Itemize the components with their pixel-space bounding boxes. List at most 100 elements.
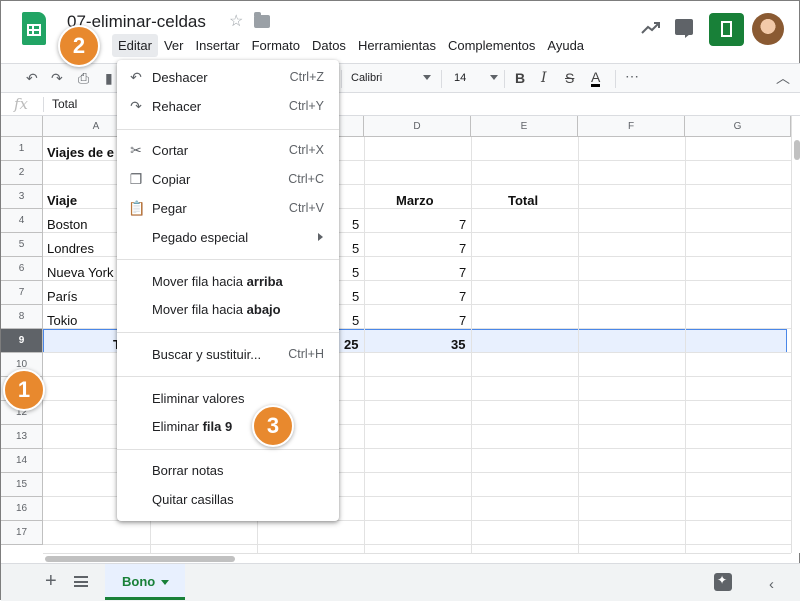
explore-icon[interactable] bbox=[714, 573, 732, 591]
menu-item-redo[interactable]: ↷ Rehacer Ctrl+Y bbox=[117, 94, 339, 120]
horizontal-scrollbar[interactable] bbox=[43, 553, 791, 563]
row-header-14[interactable]: 14 bbox=[1, 449, 43, 473]
row-header-6[interactable]: 6 bbox=[1, 257, 43, 281]
font-size-select[interactable]: 14 bbox=[454, 72, 466, 84]
cell-c9[interactable]: 25 bbox=[344, 337, 358, 352]
cell-c5[interactable]: 5 bbox=[352, 241, 359, 256]
sheet-tab-dropdown-icon[interactable] bbox=[161, 580, 169, 585]
vertical-scrollbar[interactable] bbox=[791, 116, 800, 553]
undo-icon[interactable]: ↶ bbox=[26, 70, 38, 87]
row-header-7[interactable]: 7 bbox=[1, 281, 43, 305]
clipboard-icon: 📋 bbox=[128, 200, 146, 216]
formula-input[interactable]: Total bbox=[52, 97, 77, 111]
print-icon[interactable]: ⎙ bbox=[78, 70, 89, 87]
menu-formato[interactable]: Formato bbox=[246, 34, 306, 57]
comment-icon[interactable] bbox=[675, 19, 693, 38]
more-icon[interactable]: ⋯ bbox=[625, 68, 639, 85]
row-header-17[interactable]: 17 bbox=[1, 521, 43, 545]
column-header-e[interactable]: E bbox=[471, 116, 578, 137]
menu-complementos[interactable]: Complementos bbox=[442, 34, 541, 57]
menu-herramientas[interactable]: Herramientas bbox=[352, 34, 442, 57]
row-header-1[interactable]: 1 bbox=[1, 137, 43, 161]
menu-item-paste-special[interactable]: Pegado especial bbox=[117, 225, 339, 251]
menu-item-undo[interactable]: ↶ Deshacer Ctrl+Z bbox=[117, 65, 339, 91]
sheet-tab-bono[interactable]: Bono bbox=[105, 564, 185, 600]
cell-d9[interactable]: 35 bbox=[451, 337, 465, 352]
window-frame: 07-eliminar-celdas ☆ Editar Ver Insertar… bbox=[0, 0, 800, 601]
row-header-8[interactable]: 8 bbox=[1, 305, 43, 329]
cell-d6[interactable]: 7 bbox=[459, 265, 466, 280]
cell-d5[interactable]: 7 bbox=[459, 241, 466, 256]
toolbar-divider bbox=[504, 70, 505, 88]
row-header-13[interactable]: 13 bbox=[1, 425, 43, 449]
vertical-scroll-thumb[interactable] bbox=[794, 140, 800, 160]
cell-c4[interactable]: 5 bbox=[352, 217, 359, 232]
font-dropdown-icon[interactable] bbox=[423, 75, 431, 80]
menu-item-copy[interactable]: ❐ Copiar Ctrl+C bbox=[117, 167, 339, 193]
paint-format-icon[interactable]: ▮ bbox=[105, 70, 113, 87]
font-size-dropdown-icon[interactable] bbox=[490, 75, 498, 80]
menu-item-clear-values[interactable]: Eliminar valores bbox=[117, 386, 339, 412]
menu-item-clear-notes[interactable]: Borrar notas bbox=[117, 458, 339, 484]
column-header-f[interactable]: F bbox=[578, 116, 685, 137]
cell-a3[interactable]: Viaje bbox=[47, 193, 77, 208]
chevron-left-icon[interactable]: ‹ bbox=[769, 576, 774, 593]
menu-ayuda[interactable]: Ayuda bbox=[541, 34, 590, 57]
cell-d4[interactable]: 7 bbox=[459, 217, 466, 232]
row-header-9[interactable]: 9 bbox=[1, 329, 43, 353]
trend-icon[interactable] bbox=[641, 21, 661, 35]
cell-c8[interactable]: 5 bbox=[352, 313, 359, 328]
folder-icon[interactable] bbox=[254, 12, 270, 28]
column-header-g[interactable]: G bbox=[685, 116, 791, 137]
star-icon[interactable]: ☆ bbox=[229, 11, 243, 31]
add-sheet-icon[interactable]: + bbox=[45, 570, 57, 593]
menu-editar[interactable]: Editar bbox=[112, 34, 158, 57]
cell-e3[interactable]: Total bbox=[508, 193, 538, 208]
menu-ver[interactable]: Ver bbox=[158, 34, 190, 57]
cell-d7[interactable]: 7 bbox=[459, 289, 466, 304]
avatar[interactable] bbox=[752, 13, 784, 45]
menu-item-find-replace[interactable]: Buscar y sustituir... Ctrl+H bbox=[117, 342, 339, 368]
italic-icon[interactable]: I bbox=[541, 70, 547, 86]
collapse-toolbar-icon[interactable]: ︿ bbox=[776, 68, 790, 88]
menu-divider bbox=[117, 332, 339, 333]
cell-d8[interactable]: 7 bbox=[459, 313, 466, 328]
row-header-4[interactable]: 4 bbox=[1, 209, 43, 233]
redo-icon[interactable]: ↷ bbox=[51, 70, 63, 87]
strikethrough-icon[interactable]: S bbox=[565, 70, 574, 86]
horizontal-scroll-thumb[interactable] bbox=[45, 556, 235, 562]
cell-a6[interactable]: Nueva York bbox=[47, 265, 114, 280]
cell-a7[interactable]: París bbox=[47, 289, 77, 304]
bold-icon[interactable]: B bbox=[515, 70, 525, 86]
menu-item-move-row-down[interactable]: Mover fila hacia abajo bbox=[117, 297, 339, 323]
sheets-logo-icon[interactable] bbox=[22, 12, 46, 45]
row-header-2[interactable]: 2 bbox=[1, 161, 43, 185]
menu-datos[interactable]: Datos bbox=[306, 34, 352, 57]
row-header-5[interactable]: 5 bbox=[1, 233, 43, 257]
select-all-corner[interactable] bbox=[1, 116, 43, 137]
row-header-15[interactable]: 15 bbox=[1, 473, 43, 497]
menu-item-paste[interactable]: 📋 Pegar Ctrl+V bbox=[117, 196, 339, 222]
row-header-3[interactable]: 3 bbox=[1, 185, 43, 209]
menu-item-cut[interactable]: ✂ Cortar Ctrl+X bbox=[117, 138, 339, 164]
column-header-d[interactable]: D bbox=[364, 116, 471, 137]
edit-menu-dropdown: ↶ Deshacer Ctrl+Z ↷ Rehacer Ctrl+Y ✂ Cor… bbox=[117, 60, 339, 521]
row-header-16[interactable]: 16 bbox=[1, 497, 43, 521]
cell-a8[interactable]: Tokio bbox=[47, 313, 77, 328]
font-select[interactable]: Calibri bbox=[351, 72, 382, 84]
text-color-icon[interactable]: A bbox=[591, 70, 601, 87]
cell-a1[interactable]: Viajes de e bbox=[47, 145, 114, 160]
menu-item-delete-row[interactable]: Eliminar fila 9 bbox=[117, 414, 339, 440]
cell-d3[interactable]: Marzo bbox=[396, 193, 434, 208]
sheet-bar: + Bono ‹ bbox=[1, 563, 800, 601]
cell-a5[interactable]: Londres bbox=[47, 241, 94, 256]
menu-insertar[interactable]: Insertar bbox=[189, 34, 245, 57]
share-button[interactable] bbox=[709, 13, 744, 46]
cell-a4[interactable]: Boston bbox=[47, 217, 87, 232]
menu-item-remove-checkboxes[interactable]: Quitar casillas bbox=[117, 487, 339, 513]
cell-c6[interactable]: 5 bbox=[352, 265, 359, 280]
cell-c7[interactable]: 5 bbox=[352, 289, 359, 304]
sheet-tab-label: Bono bbox=[122, 574, 156, 589]
menu-item-move-row-up[interactable]: Mover fila hacia arriba bbox=[117, 269, 339, 295]
all-sheets-icon[interactable] bbox=[74, 576, 88, 587]
